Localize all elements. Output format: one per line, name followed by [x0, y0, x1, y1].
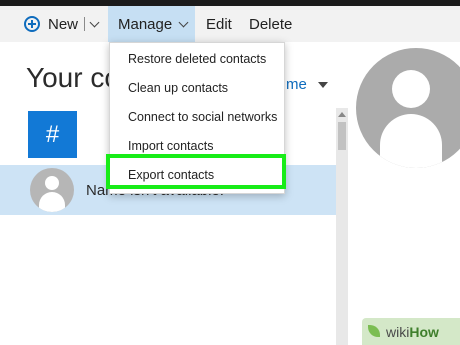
- export-contacts-highlight: [106, 154, 286, 189]
- wikihow-leaf-icon: [368, 325, 380, 337]
- new-button-label: New: [48, 15, 79, 33]
- avatar-body: [39, 192, 65, 212]
- split-divider: [84, 17, 86, 31]
- menu-item-clean-up-contacts[interactable]: Clean up contacts: [110, 73, 284, 102]
- new-button[interactable]: New: [24, 6, 102, 42]
- scroll-thumb[interactable]: [338, 122, 346, 150]
- scroll-up-arrow-icon[interactable]: [338, 112, 346, 117]
- watermark-wiki: wiki: [386, 323, 410, 340]
- contact-photo-avatar: [356, 48, 460, 168]
- avatar-head: [392, 70, 430, 108]
- page-title: Your co: [26, 62, 120, 93]
- watermark-how: How: [409, 323, 439, 340]
- delete-button[interactable]: Delete: [249, 6, 292, 42]
- menu-item-restore-deleted-contacts[interactable]: Restore deleted contacts: [110, 44, 284, 73]
- plus-circle-icon: [24, 16, 40, 32]
- index-letter-tile[interactable]: #: [28, 111, 77, 158]
- manage-button-label: Manage: [118, 15, 173, 33]
- contact-list-scrollbar[interactable]: [336, 108, 348, 345]
- avatar-body: [380, 114, 442, 168]
- edit-button[interactable]: Edit: [206, 6, 232, 42]
- avatar-head: [45, 176, 59, 190]
- sort-by-name-dropdown[interactable]: me: [286, 76, 307, 93]
- manage-button[interactable]: Manage: [108, 6, 195, 42]
- wikihow-watermark: wiki How: [362, 318, 460, 345]
- command-toolbar: New Manage Edit Delete: [0, 6, 460, 42]
- chevron-down-icon[interactable]: [89, 17, 100, 27]
- caret-down-icon[interactable]: [318, 82, 328, 88]
- person-avatar-icon: [30, 168, 74, 212]
- menu-item-connect-social-networks[interactable]: Connect to social networks: [110, 102, 284, 131]
- chevron-down-icon: [178, 17, 189, 27]
